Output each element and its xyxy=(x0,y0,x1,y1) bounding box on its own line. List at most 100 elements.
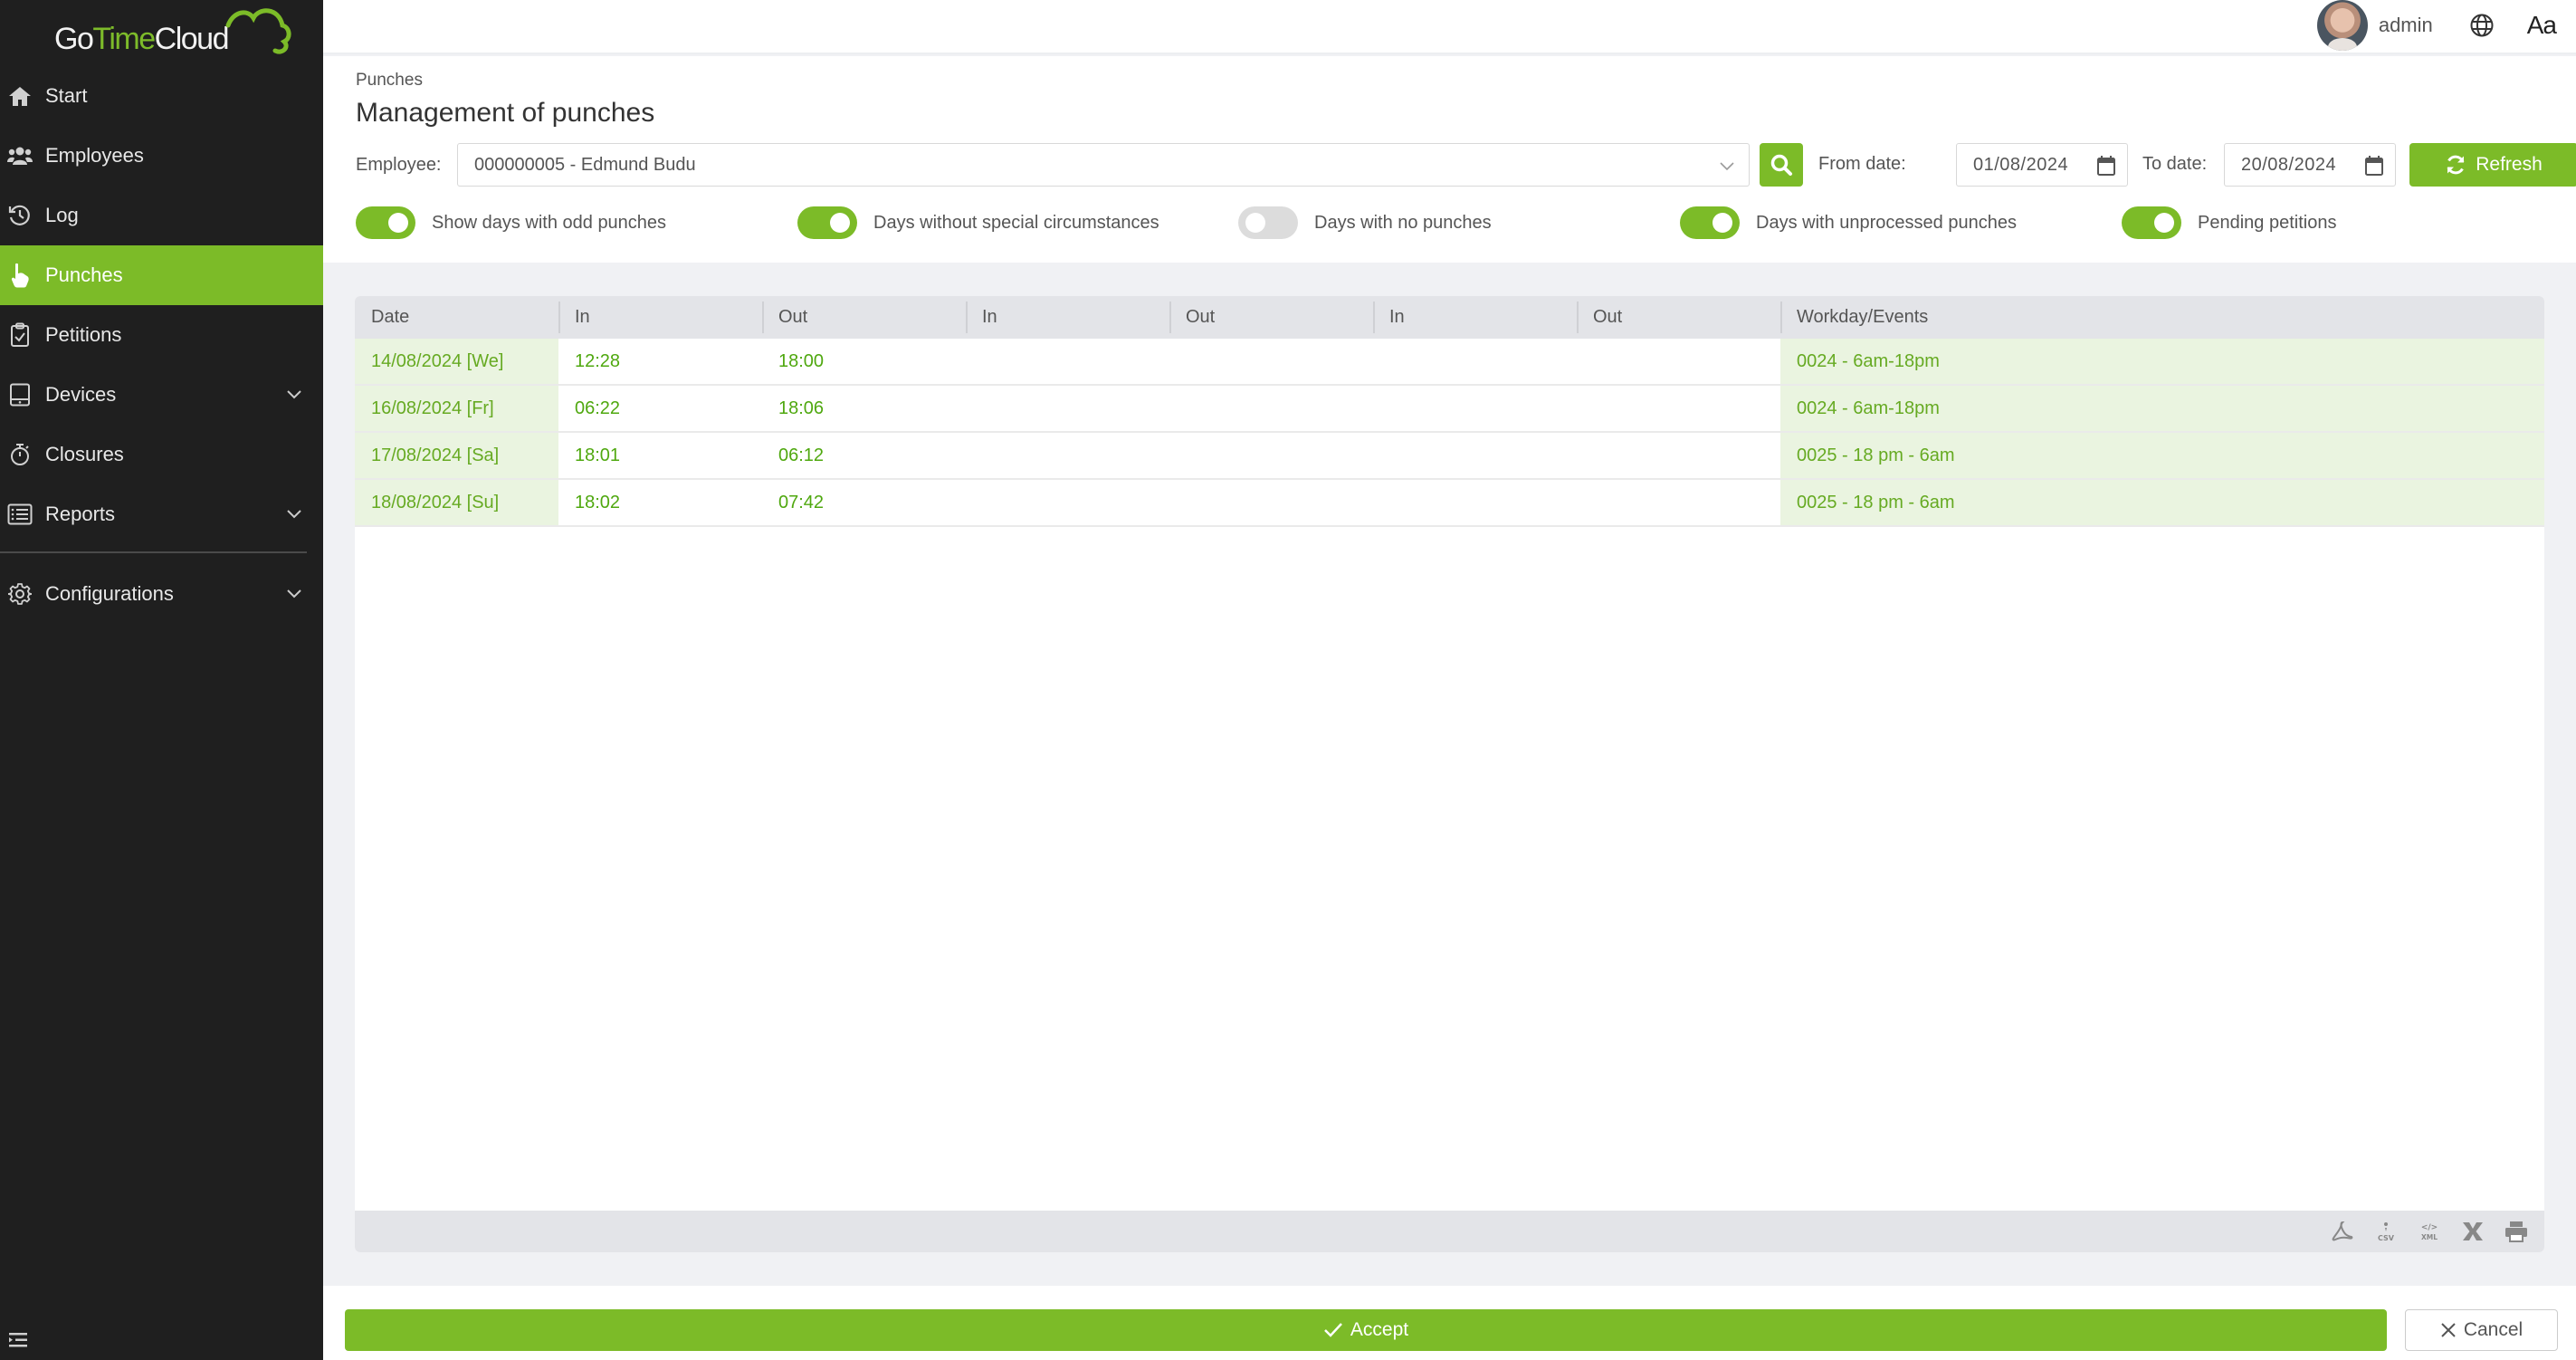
column-header-in-2[interactable]: In xyxy=(966,296,1169,339)
stopwatch-icon xyxy=(7,442,33,467)
filter-toggles: Show days with odd punches Days without … xyxy=(356,205,2576,241)
table-cell[interactable]: 18:01 xyxy=(558,433,762,478)
table-cell[interactable]: 17/08/2024 [Sa] xyxy=(355,433,558,478)
table-cell[interactable]: 18:06 xyxy=(762,386,966,431)
sidebar-item-petitions[interactable]: Petitions xyxy=(0,305,323,365)
from-date-input[interactable]: 01/08/2024 xyxy=(1956,143,2128,187)
sidebar-item-devices[interactable]: Devices xyxy=(0,365,323,425)
username[interactable]: admin xyxy=(2379,14,2433,37)
toggle-unprocessed-punches[interactable]: Days with unprocessed punches xyxy=(1680,205,2017,241)
avatar[interactable] xyxy=(2316,0,2368,51)
pdf-export-icon[interactable] xyxy=(2331,1220,2354,1243)
logo[interactable]: GoTimeCloud xyxy=(54,8,291,54)
table-cell[interactable] xyxy=(966,433,1169,478)
toggle-switch[interactable] xyxy=(2122,206,2181,239)
table-cell[interactable]: 16/08/2024 [Fr] xyxy=(355,386,558,431)
sidebar-item-log[interactable]: Log xyxy=(0,186,323,245)
calendar-icon[interactable] xyxy=(2096,155,2116,177)
sidebar-item-reports[interactable]: Reports xyxy=(0,484,323,544)
table-cell[interactable] xyxy=(1373,480,1577,525)
sidebar-item-closures[interactable]: Closures xyxy=(0,425,323,484)
toggle-switch[interactable] xyxy=(356,206,415,239)
table-cell[interactable] xyxy=(1169,433,1373,478)
csv-export-icon[interactable]: CSV xyxy=(2374,1220,2398,1243)
clipboard-check-icon xyxy=(7,322,33,348)
table-cell[interactable]: 0024 - 6am-18pm xyxy=(1780,339,2544,384)
toggle-no-special-circumstances[interactable]: Days without special circumstances xyxy=(797,205,1159,241)
user-area: admin Aa xyxy=(2316,0,2576,51)
table-cell[interactable]: 18:02 xyxy=(558,480,762,525)
print-icon[interactable] xyxy=(2504,1220,2528,1243)
sidebar-collapse-icon[interactable] xyxy=(7,1329,29,1351)
table-cell[interactable]: 12:28 xyxy=(558,339,762,384)
table-cell[interactable]: 18:00 xyxy=(762,339,966,384)
table-cell[interactable] xyxy=(1373,386,1577,431)
users-icon xyxy=(7,143,33,168)
sidebar-item-employees[interactable]: Employees xyxy=(0,126,323,186)
table-cell[interactable]: 07:42 xyxy=(762,480,966,525)
table-row[interactable]: 16/08/2024 [Fr] 06:22 18:06 0024 - 6am-18pm xyxy=(355,386,2544,433)
table-cell[interactable] xyxy=(1373,433,1577,478)
toggle-no-punches[interactable]: Days with no punches xyxy=(1238,205,1492,241)
calendar-icon[interactable] xyxy=(2364,155,2384,177)
table-cell[interactable]: 0024 - 6am-18pm xyxy=(1780,386,2544,431)
column-header-in-1[interactable]: In xyxy=(558,296,762,339)
table-cell[interactable] xyxy=(966,386,1169,431)
refresh-button[interactable]: Refresh xyxy=(2409,143,2576,187)
to-date-input[interactable]: 20/08/2024 xyxy=(2224,143,2396,187)
toggle-switch[interactable] xyxy=(1680,206,1740,239)
hand-pointer-icon xyxy=(7,263,33,288)
column-header-workday[interactable]: Workday/Events xyxy=(1780,296,2544,339)
table-cell[interactable] xyxy=(1373,339,1577,384)
table-cell[interactable] xyxy=(1577,433,1780,478)
employee-select[interactable]: 000000005 - Edmund Budu xyxy=(457,143,1750,187)
punches-table: Date In Out In Out In Out Workday/Events… xyxy=(355,296,2544,1252)
table-cell[interactable]: 18/08/2024 [Su] xyxy=(355,480,558,525)
from-date-label: From date: xyxy=(1818,154,1906,174)
toggle-pending-petitions[interactable]: Pending petitions xyxy=(2122,205,2336,241)
table-cell[interactable] xyxy=(1169,386,1373,431)
toggle-label: Pending petitions xyxy=(2198,212,2337,233)
column-header-out-1[interactable]: Out xyxy=(762,296,966,339)
font-size-button[interactable]: Aa xyxy=(2527,11,2557,40)
toggle-switch[interactable] xyxy=(1238,206,1298,239)
toggle-odd-punches[interactable]: Show days with odd punches xyxy=(356,205,666,241)
cancel-button[interactable]: Cancel xyxy=(2405,1309,2558,1351)
table-cell[interactable]: 0025 - 18 pm - 6am xyxy=(1780,433,2544,478)
toggle-switch[interactable] xyxy=(797,206,857,239)
table-row[interactable]: 18/08/2024 [Su] 18:02 07:42 0025 - 18 pm - … xyxy=(355,480,2544,527)
column-header-date[interactable]: Date xyxy=(355,296,558,339)
dialog-actions: Accept Cancel xyxy=(323,1286,2576,1360)
sidebar-item-punches[interactable]: Punches xyxy=(0,245,323,305)
table-cell[interactable] xyxy=(966,480,1169,525)
search-employee-button[interactable] xyxy=(1760,143,1803,187)
column-header-out-3[interactable]: Out xyxy=(1577,296,1780,339)
table-cell[interactable]: 06:22 xyxy=(558,386,762,431)
globe-icon[interactable] xyxy=(2469,13,2495,38)
table-cell[interactable] xyxy=(966,339,1169,384)
home-icon xyxy=(7,83,33,109)
column-header-in-3[interactable]: In xyxy=(1373,296,1577,339)
table-cell[interactable] xyxy=(1577,339,1780,384)
table-cell[interactable] xyxy=(1169,339,1373,384)
table-cell[interactable] xyxy=(1577,480,1780,525)
employee-label: Employee: xyxy=(356,154,442,175)
breadcrumb[interactable]: Punches xyxy=(356,71,423,91)
xml-export-icon[interactable]: </> XML xyxy=(2418,1220,2441,1243)
table-cell[interactable]: 06:12 xyxy=(762,433,966,478)
table-row[interactable]: 14/08/2024 [We] 12:28 18:00 0024 - 6am-18pm xyxy=(355,339,2544,386)
table-row[interactable]: 17/08/2024 [Sa] 18:01 06:12 0025 - 18 pm - … xyxy=(355,433,2544,480)
table-cell[interactable] xyxy=(1577,386,1780,431)
sidebar-item-start[interactable]: Start xyxy=(0,66,323,126)
excel-export-icon[interactable] xyxy=(2461,1220,2485,1243)
table-cell[interactable] xyxy=(1169,480,1373,525)
column-header-out-2[interactable]: Out xyxy=(1169,296,1373,339)
sidebar-item-configurations[interactable]: Configurations xyxy=(0,564,323,624)
refresh-icon xyxy=(2447,155,2465,175)
table-cell[interactable]: 14/08/2024 [We] xyxy=(355,339,558,384)
svg-text:XML: XML xyxy=(2421,1233,2438,1241)
to-date-label: To date: xyxy=(2142,154,2208,174)
sidebar-item-label: Configurations xyxy=(45,582,174,605)
table-cell[interactable]: 0025 - 18 pm - 6am xyxy=(1780,480,2544,525)
accept-button[interactable]: Accept xyxy=(345,1309,2387,1351)
